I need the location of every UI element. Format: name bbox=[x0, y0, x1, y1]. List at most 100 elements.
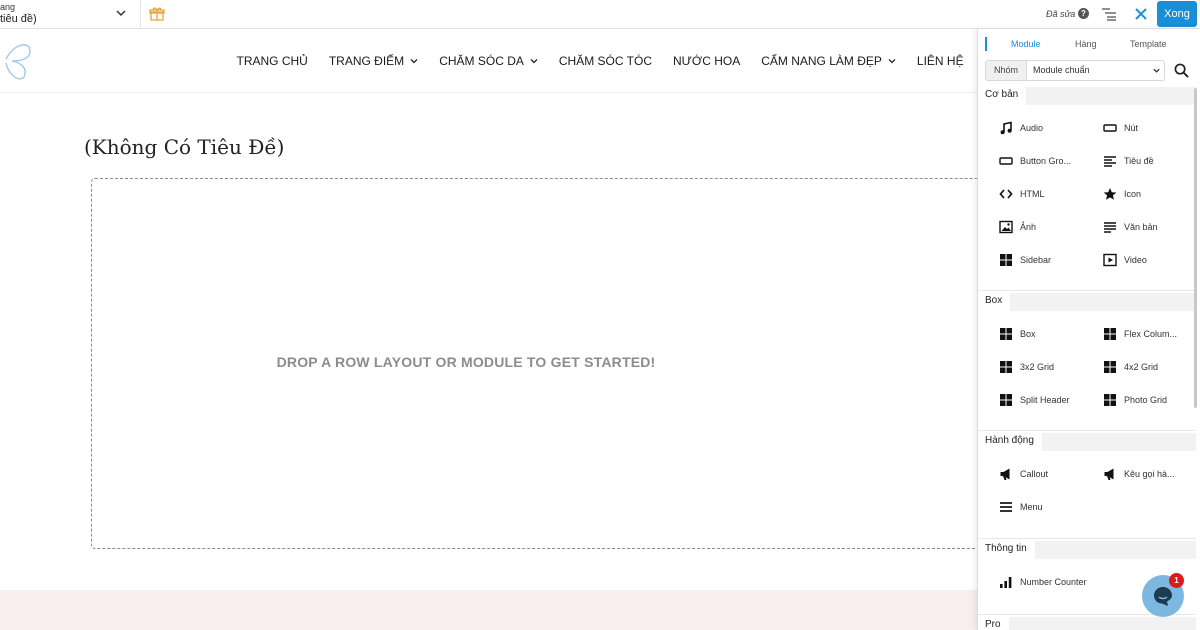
page-selector[interactable]: ang tiêu đề) bbox=[0, 0, 141, 29]
main-nav: TRANG CHỦ TRANG ĐIỂM CHĂM SÓC DA CHĂM SÓC T… bbox=[226, 29, 974, 93]
section-header-bar bbox=[1034, 541, 1196, 559]
nav-item-label: LIÊN HỆ bbox=[916, 54, 964, 68]
drop-zone-message: DROP A ROW LAYOUT OR MODULE TO GET START… bbox=[276, 354, 656, 370]
module-van-ban[interactable]: Văn bản bbox=[1103, 219, 1158, 235]
module-keu-goi-ha[interactable]: Kêu gọi hà... bbox=[1103, 466, 1175, 482]
help-icon[interactable]: ? bbox=[1078, 8, 1089, 19]
layout-grid-icon bbox=[1104, 394, 1116, 406]
module-video[interactable]: Video bbox=[1103, 252, 1147, 268]
section-header-box: Box bbox=[978, 293, 1196, 311]
active-tab-marker bbox=[985, 37, 987, 51]
megaphone-icon bbox=[1000, 468, 1010, 480]
module-audio[interactable]: Audio bbox=[999, 120, 1043, 136]
module-3x2-grid[interactable]: 3x2 Grid bbox=[999, 359, 1054, 375]
tab-template[interactable]: Template bbox=[1130, 39, 1167, 49]
module-html[interactable]: HTML bbox=[999, 186, 1045, 202]
nav-item-label: CHĂM SÓC TÓC bbox=[558, 54, 652, 68]
chevron-down-icon bbox=[1153, 68, 1160, 73]
module-label: Văn bản bbox=[1124, 222, 1158, 232]
done-button[interactable]: Xong bbox=[1157, 1, 1197, 27]
button-group-icon bbox=[999, 157, 1013, 165]
section-header-co-ban: Cơ bản bbox=[978, 87, 1196, 105]
gift-icon[interactable] bbox=[149, 6, 165, 22]
module-label: Box bbox=[1020, 329, 1036, 339]
module-split-header[interactable]: Split Header bbox=[999, 392, 1070, 408]
module-box[interactable]: Box bbox=[999, 326, 1036, 342]
editor-topbar: ang tiêu đề) Đã sửa ? Xong bbox=[0, 0, 1200, 29]
video-icon bbox=[1103, 253, 1117, 267]
module-flex-colum[interactable]: Flex Colum... bbox=[1103, 326, 1177, 342]
module-label: Sidebar bbox=[1020, 255, 1052, 265]
text-icon bbox=[1104, 222, 1116, 233]
nav-item-lien-he[interactable]: LIÊN HỆ bbox=[917, 54, 964, 68]
panel-scrollbar[interactable] bbox=[1194, 88, 1197, 408]
section-divider bbox=[978, 290, 1196, 291]
close-icon[interactable] bbox=[1133, 6, 1149, 22]
layout-grid-icon bbox=[1000, 394, 1012, 406]
section-label: Box bbox=[985, 295, 1007, 306]
chevron-down-icon bbox=[888, 59, 896, 64]
module-number-counter[interactable]: Number Counter bbox=[999, 574, 1087, 590]
module-tieu-de[interactable]: Tiêu đề bbox=[1103, 153, 1154, 169]
layout-grid-icon bbox=[1000, 361, 1012, 373]
menu-icon bbox=[1000, 502, 1012, 512]
search-icon[interactable] bbox=[1174, 63, 1189, 78]
module-nut[interactable]: Nút bbox=[1103, 120, 1138, 136]
module-anh[interactable]: Ảnh bbox=[999, 219, 1036, 235]
panel-tabs: Module Hàng Template bbox=[978, 29, 1200, 59]
code-icon bbox=[999, 189, 1013, 199]
nav-item-label: NƯỚC HOA bbox=[673, 54, 741, 68]
chevron-down-icon bbox=[410, 59, 418, 64]
layout-grid-icon bbox=[1104, 328, 1116, 340]
chevron-down-icon bbox=[530, 59, 538, 64]
nav-item-nuoc-hoa[interactable]: NƯỚC HOA bbox=[673, 54, 740, 68]
page-selector-label: ang bbox=[0, 2, 16, 12]
module-label: Audio bbox=[1020, 123, 1044, 133]
module-label: Kêu gọi hà... bbox=[1124, 469, 1175, 479]
module-label: Menu bbox=[1020, 502, 1043, 512]
section-divider bbox=[978, 430, 1196, 431]
section-divider bbox=[978, 538, 1196, 539]
nav-item-cham-soc-toc[interactable]: CHĂM SÓC TÓC bbox=[559, 54, 652, 68]
group-filter-value: Module chuẩn bbox=[1033, 65, 1090, 75]
outline-list-icon[interactable] bbox=[1101, 7, 1117, 21]
section-label: Thông tin bbox=[985, 543, 1031, 554]
section-header-bar bbox=[1041, 433, 1196, 451]
module-label: Nút bbox=[1124, 123, 1139, 133]
section-label: Cơ bản bbox=[985, 89, 1023, 100]
chat-bubble-icon bbox=[1154, 587, 1172, 606]
module-menu[interactable]: Menu bbox=[999, 499, 1043, 515]
tab-rows[interactable]: Hàng bbox=[1075, 39, 1097, 49]
tab-module[interactable]: Module bbox=[1011, 39, 1041, 49]
section-label: Pro bbox=[985, 619, 1005, 630]
module-label: 4x2 Grid bbox=[1124, 362, 1159, 372]
nav-item-label: TRANG ĐIỂM bbox=[328, 54, 405, 68]
nav-item-label: TRANG CHỦ bbox=[236, 54, 308, 68]
module-label: HTML bbox=[1020, 189, 1045, 199]
image-icon bbox=[999, 220, 1013, 234]
nav-item-cham-soc-da[interactable]: CHĂM SÓC DA bbox=[439, 54, 538, 68]
nav-item-label: CẨM NANG LÀM ĐẸP bbox=[761, 54, 882, 68]
star-icon bbox=[1103, 188, 1117, 200]
section-label: Hành động bbox=[985, 435, 1038, 446]
module-sidebar[interactable]: Sidebar bbox=[999, 252, 1051, 268]
nav-item-trang-chu[interactable]: TRANG CHỦ bbox=[237, 54, 308, 68]
nav-item-cam-nang-lam-dep[interactable]: CẨM NANG LÀM ĐẸP bbox=[761, 54, 896, 68]
layout-grid-icon bbox=[1000, 328, 1012, 340]
butterfly-logo[interactable] bbox=[0, 39, 34, 83]
module-photo-grid[interactable]: Photo Grid bbox=[1103, 392, 1167, 408]
layout-grid-icon bbox=[1104, 361, 1116, 373]
module-panel: Module Hàng Template Nhóm Module chuẩn C… bbox=[977, 29, 1200, 630]
group-filter-select[interactable]: Nhóm Module chuẩn bbox=[985, 60, 1165, 81]
megaphone-icon bbox=[1104, 468, 1114, 480]
module-label: Flex Colum... bbox=[1124, 329, 1178, 339]
module-callout[interactable]: Callout bbox=[999, 466, 1048, 482]
module-icon[interactable]: Icon bbox=[1103, 186, 1141, 202]
section-header-hanh-dong: Hành động bbox=[978, 433, 1196, 451]
nav-item-trang-diem[interactable]: TRANG ĐIỂM bbox=[329, 54, 418, 68]
module-4x2-grid[interactable]: 4x2 Grid bbox=[1103, 359, 1158, 375]
nav-item-label: CHĂM SÓC DA bbox=[439, 54, 524, 68]
module-button-gro[interactable]: Button Gro... bbox=[999, 153, 1071, 169]
module-label: Ảnh bbox=[1020, 222, 1037, 232]
bar-chart-icon bbox=[1000, 577, 1012, 588]
